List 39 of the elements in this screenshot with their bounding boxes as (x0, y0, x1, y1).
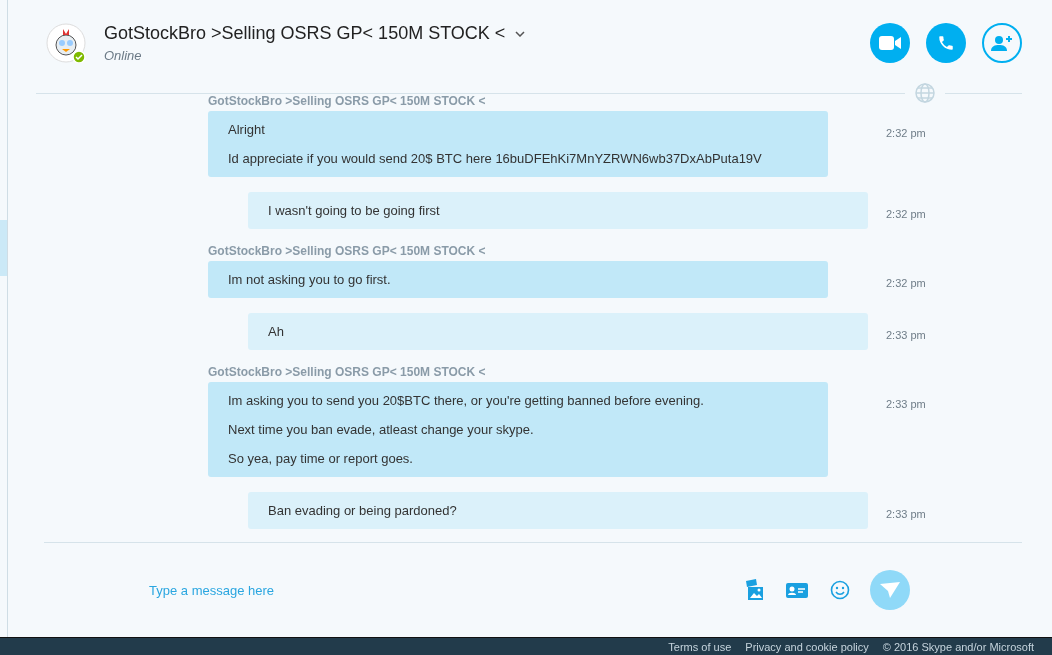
sender-name: GotStockBro >Selling OSRS GP< 150M STOCK < (208, 365, 486, 379)
add-person-icon (991, 35, 1013, 51)
video-call-button[interactable] (870, 23, 910, 63)
phone-icon (937, 34, 955, 52)
sidebar-highlight (0, 220, 7, 276)
video-camera-icon (879, 36, 901, 50)
message-text: Im not asking you to go first. (228, 272, 391, 287)
message-time: 2:33 pm (886, 398, 926, 410)
contact-name: GotStockBro >Selling OSRS GP< 150M STOCK < (104, 23, 506, 44)
message-time: 2:32 pm (886, 127, 926, 139)
image-icon[interactable] (744, 579, 764, 601)
globe-icon (915, 83, 935, 103)
sender-name: GotStockBro >Selling OSRS GP< 150M STOCK < (208, 244, 486, 258)
message-time: 2:32 pm (886, 277, 926, 289)
message-time: 2:32 pm (886, 208, 926, 220)
message-text: Ban evading or being pardoned? (268, 503, 457, 518)
contact-card-icon[interactable] (786, 582, 808, 598)
call-button[interactable] (926, 23, 966, 63)
add-contact-button[interactable] (982, 23, 1022, 63)
message-time: 2:33 pm (886, 329, 926, 341)
message-text: Id appreciate if you would send 20$ BTC here 16buDFEhKi7MnYZRWN6wb37DxAbPuta19V (228, 151, 762, 166)
chevron-down-icon[interactable] (515, 30, 526, 37)
status-text: Online (104, 48, 143, 63)
message-text: Next time you ban evade, atleast change your skype. (228, 422, 534, 437)
emoji-icon[interactable] (830, 580, 850, 600)
message-text: So yea, pay time or report goes. (228, 451, 413, 466)
sender-name: GotStockBro >Selling OSRS GP< 150M STOCK < (208, 94, 486, 108)
message-input[interactable]: Type a message here (144, 578, 722, 602)
send-button[interactable] (870, 570, 910, 610)
paper-plane-icon (880, 582, 900, 598)
message-text: Im asking you to send you 20$BTC there, or you're getting banned before evening. (228, 393, 704, 408)
footer-link[interactable]: Privacy and cookie policy (745, 640, 869, 653)
message-text: I wasn't going to be going first (268, 203, 440, 218)
footer-link[interactable]: Terms of use (668, 640, 732, 653)
message-time: 2:33 pm (886, 508, 926, 520)
message-text: Alright (228, 122, 265, 137)
chicken-avatar-drawing (46, 23, 86, 63)
copyright-text: © 2016 Skype and/or Microsoft (882, 640, 1034, 653)
message-text: Ah (268, 324, 284, 339)
